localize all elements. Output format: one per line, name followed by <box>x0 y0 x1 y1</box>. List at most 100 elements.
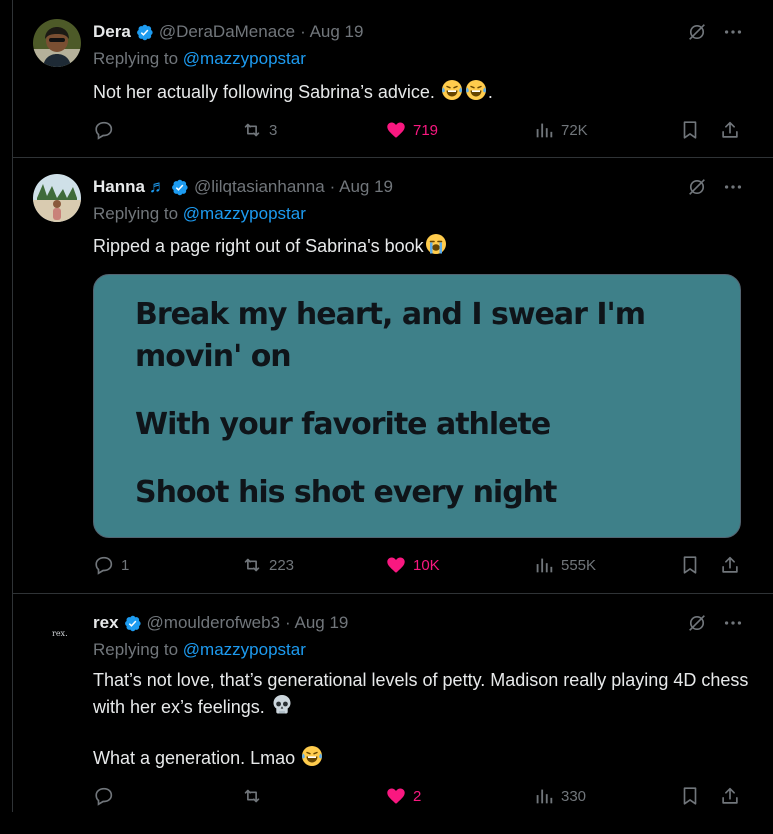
avatar[interactable]: rex. <box>33 610 81 658</box>
retweet-icon <box>241 554 263 576</box>
tweet-body: Ripped a page right out of Sabrina's boo… <box>93 236 424 256</box>
share-button[interactable] <box>719 119 747 141</box>
action-bar: 1 223 10K 555K <box>93 554 753 578</box>
reply-button[interactable]: 1 <box>93 554 129 576</box>
tweet-text: Not her actually following Sabrina’s adv… <box>93 78 754 105</box>
share-button[interactable] <box>719 785 747 807</box>
retweet-button[interactable]: 223 <box>241 554 294 576</box>
retweet-count: 3 <box>269 121 278 139</box>
views-count: 72K <box>561 121 588 139</box>
verified-badge-icon <box>123 614 142 633</box>
bookmark-button[interactable] <box>679 785 707 807</box>
replying-to-label: Replying to <box>93 49 179 68</box>
retweet-button[interactable] <box>241 785 269 807</box>
bookmark-button[interactable] <box>679 554 707 576</box>
views-button[interactable]: 330 <box>533 785 586 807</box>
music-notes-emoji: ♬ <box>148 177 166 196</box>
laughing-tears-emoji-icon <box>440 78 464 102</box>
bookmark-button[interactable] <box>679 119 707 141</box>
image-lyric-line: With your favorite athlete <box>135 407 551 442</box>
like-count: 10K <box>413 556 440 574</box>
views-button[interactable]: 72K <box>533 119 588 141</box>
avatar[interactable] <box>33 174 81 222</box>
image-lyric-line: Shoot his shot every night <box>135 475 557 510</box>
timestamp[interactable]: · Aug 19 <box>330 177 393 197</box>
timeline: Dera @DeraDaMenace · Aug 19 Replying to … <box>12 0 773 812</box>
replying-to-label: Replying to <box>93 204 179 223</box>
user-handle[interactable]: @moulderofweb3 <box>147 613 281 633</box>
share-icon <box>719 554 741 576</box>
tweet-body: Not her actually following Sabrina’s adv… <box>93 82 440 102</box>
tweet-header: Dera @DeraDaMenace · Aug 19 <box>93 21 363 43</box>
views-button[interactable]: 555K <box>533 554 596 576</box>
tweet-top-actions <box>686 176 744 198</box>
verified-badge-icon <box>170 178 189 197</box>
views-icon <box>533 554 555 576</box>
tweet-top-actions <box>686 612 744 634</box>
tweet-header: Hanna ♬ @lilqtasianhanna · Aug 19 <box>93 176 393 198</box>
replying-to: Replying to @mazzypopstar <box>93 204 306 224</box>
retweet-icon <box>241 119 263 141</box>
like-button[interactable]: 10K <box>385 554 440 576</box>
retweet-count: 223 <box>269 556 295 574</box>
tweet-body-line2: What a generation. Lmao <box>93 748 301 768</box>
display-name[interactable]: rex <box>93 613 119 633</box>
replying-to: Replying to @mazzypopstar <box>93 49 306 69</box>
more-options-icon[interactable] <box>722 21 744 43</box>
user-handle[interactable]: @DeraDaMenace <box>159 22 295 42</box>
avatar[interactable] <box>33 19 81 67</box>
like-button[interactable]: 2 <box>385 785 421 807</box>
like-button[interactable]: 719 <box>385 119 438 141</box>
views-count: 330 <box>561 787 587 805</box>
replying-to-label: Replying to <box>93 640 179 659</box>
heart-icon <box>385 785 407 807</box>
laughing-tears-emoji-icon <box>300 744 324 768</box>
display-name[interactable]: Dera <box>93 22 131 42</box>
tweet-header: rex @moulderofweb3 · Aug 19 <box>93 612 348 634</box>
more-options-icon[interactable] <box>722 176 744 198</box>
tweet[interactable]: Dera @DeraDaMenace · Aug 19 Replying to … <box>13 0 773 158</box>
views-icon <box>533 785 555 807</box>
retweet-button[interactable]: 3 <box>241 119 277 141</box>
mention-link[interactable]: @mazzypopstar <box>183 49 306 68</box>
heart-icon <box>385 119 407 141</box>
action-bar: 3 719 72K <box>93 119 753 143</box>
like-count: 719 <box>413 121 439 139</box>
reply-icon <box>93 554 115 576</box>
display-name[interactable]: Hanna <box>93 177 145 197</box>
replying-to: Replying to @mazzypopstar <box>93 640 306 660</box>
reply-count: 1 <box>121 556 130 574</box>
tweet[interactable]: rex. rex @moulderofweb3 · Aug 19 Replyin… <box>13 594 773 834</box>
tweet-text: That’s not love, that’s generational lev… <box>93 668 754 771</box>
image-lyric-line: movin' on <box>135 339 292 374</box>
verified-badge-icon <box>135 23 154 42</box>
reply-button[interactable] <box>93 119 121 141</box>
share-icon <box>719 785 741 807</box>
grok-icon[interactable] <box>686 612 708 634</box>
retweet-icon <box>241 785 263 807</box>
bookmark-icon <box>679 119 701 141</box>
tweet-text: Ripped a page right out of Sabrina's boo… <box>93 232 754 259</box>
mention-link[interactable]: @mazzypopstar <box>183 640 306 659</box>
tweet-top-actions <box>686 21 744 43</box>
timestamp[interactable]: · Aug 19 <box>285 613 348 633</box>
reply-icon <box>93 119 115 141</box>
views-count: 555K <box>561 556 597 574</box>
mention-link[interactable]: @mazzypopstar <box>183 204 306 223</box>
image-lyric-line: Break my heart, and I swear I'm <box>135 297 646 332</box>
share-icon <box>719 119 741 141</box>
like-count: 2 <box>413 787 422 805</box>
tweet[interactable]: Hanna ♬ @lilqtasianhanna · Aug 19 Replyi… <box>13 158 773 594</box>
action-bar: 2 330 <box>93 785 753 809</box>
timestamp[interactable]: · Aug 19 <box>300 22 363 42</box>
reply-button[interactable] <box>93 785 121 807</box>
bookmark-icon <box>679 785 701 807</box>
share-button[interactable] <box>719 554 747 576</box>
skull-emoji-icon <box>270 693 294 717</box>
grok-icon[interactable] <box>686 21 708 43</box>
tweet-body: That’s not love, that’s generational lev… <box>93 670 749 717</box>
more-options-icon[interactable] <box>722 612 744 634</box>
user-handle[interactable]: @lilqtasianhanna <box>194 177 325 197</box>
grok-icon[interactable] <box>686 176 708 198</box>
attached-image[interactable]: Break my heart, and I swear I'm movin' o… <box>93 274 741 538</box>
